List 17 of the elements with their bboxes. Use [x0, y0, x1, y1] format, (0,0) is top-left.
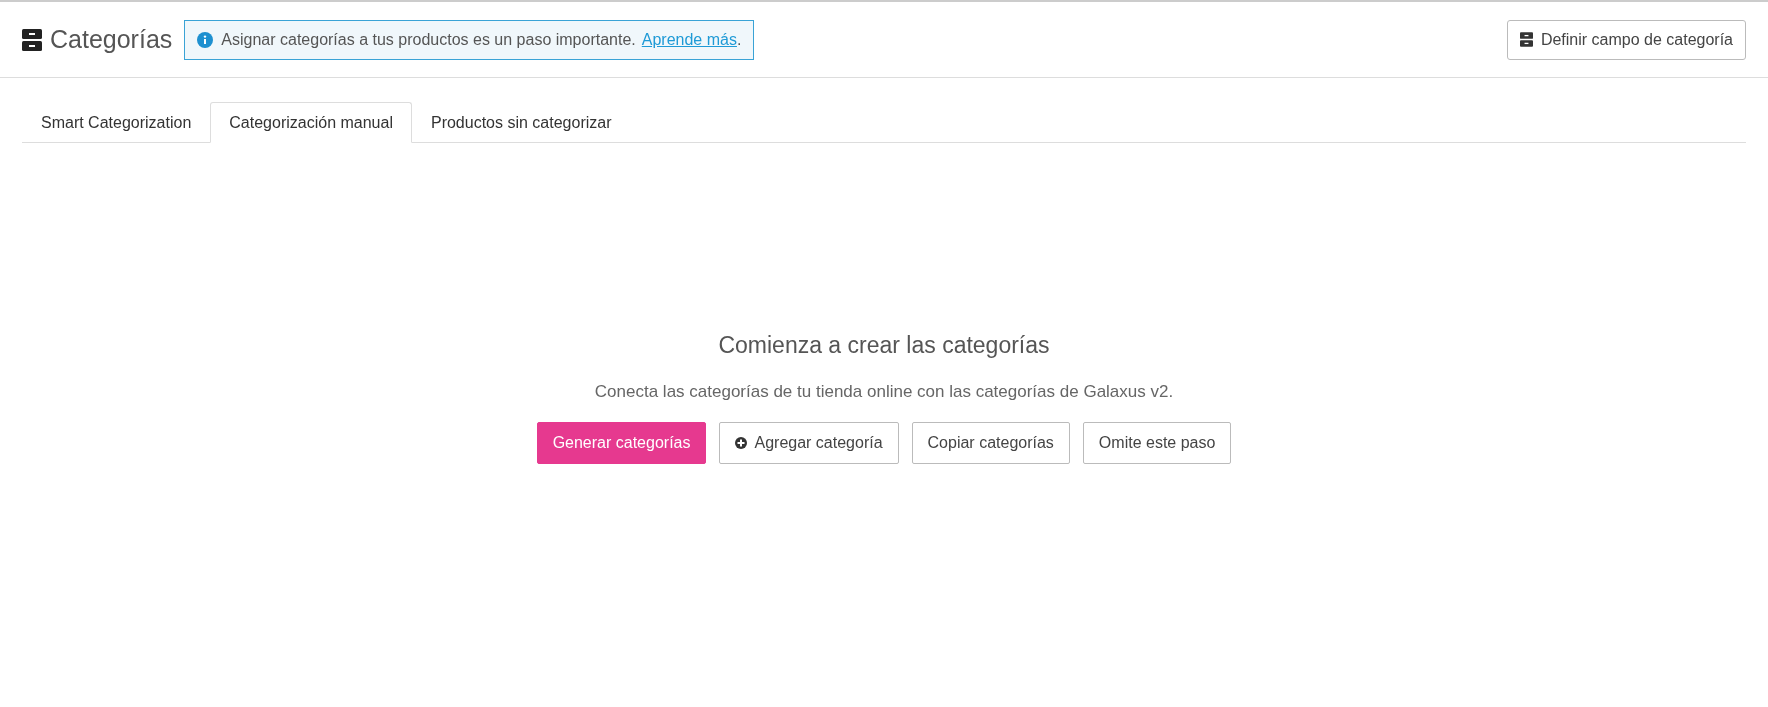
cabinet-icon [1519, 32, 1533, 47]
tab[interactable]: Categorización manual [210, 102, 412, 143]
action-button[interactable]: Omite este paso [1082, 422, 1232, 464]
notice-text: Asignar categorías a tus productos es un paso importante. [221, 29, 636, 50]
empty-state-heading: Comienza a crear las categorías [718, 331, 1050, 360]
info-icon [197, 31, 214, 48]
tab[interactable]: Productos sin categorizar [411, 102, 631, 143]
define-category-field-button[interactable]: Definir campo de categoría [1506, 19, 1746, 60]
generate-button[interactable]: Generar categorías [536, 422, 707, 464]
period-text: . [736, 29, 742, 50]
page-title: Categorías [50, 23, 173, 55]
plus-circle-icon [735, 437, 748, 449]
tab[interactable]: Smart Categorization [22, 102, 211, 143]
action-button[interactable]: Copiar categorías [911, 422, 1070, 464]
add-button[interactable]: Agregar categoría [719, 422, 899, 464]
empty-state-text: Conecta las categorías de tu tienda online con las categorías de Galaxus v2. [594, 380, 1174, 403]
cabinet-icon [22, 28, 42, 51]
